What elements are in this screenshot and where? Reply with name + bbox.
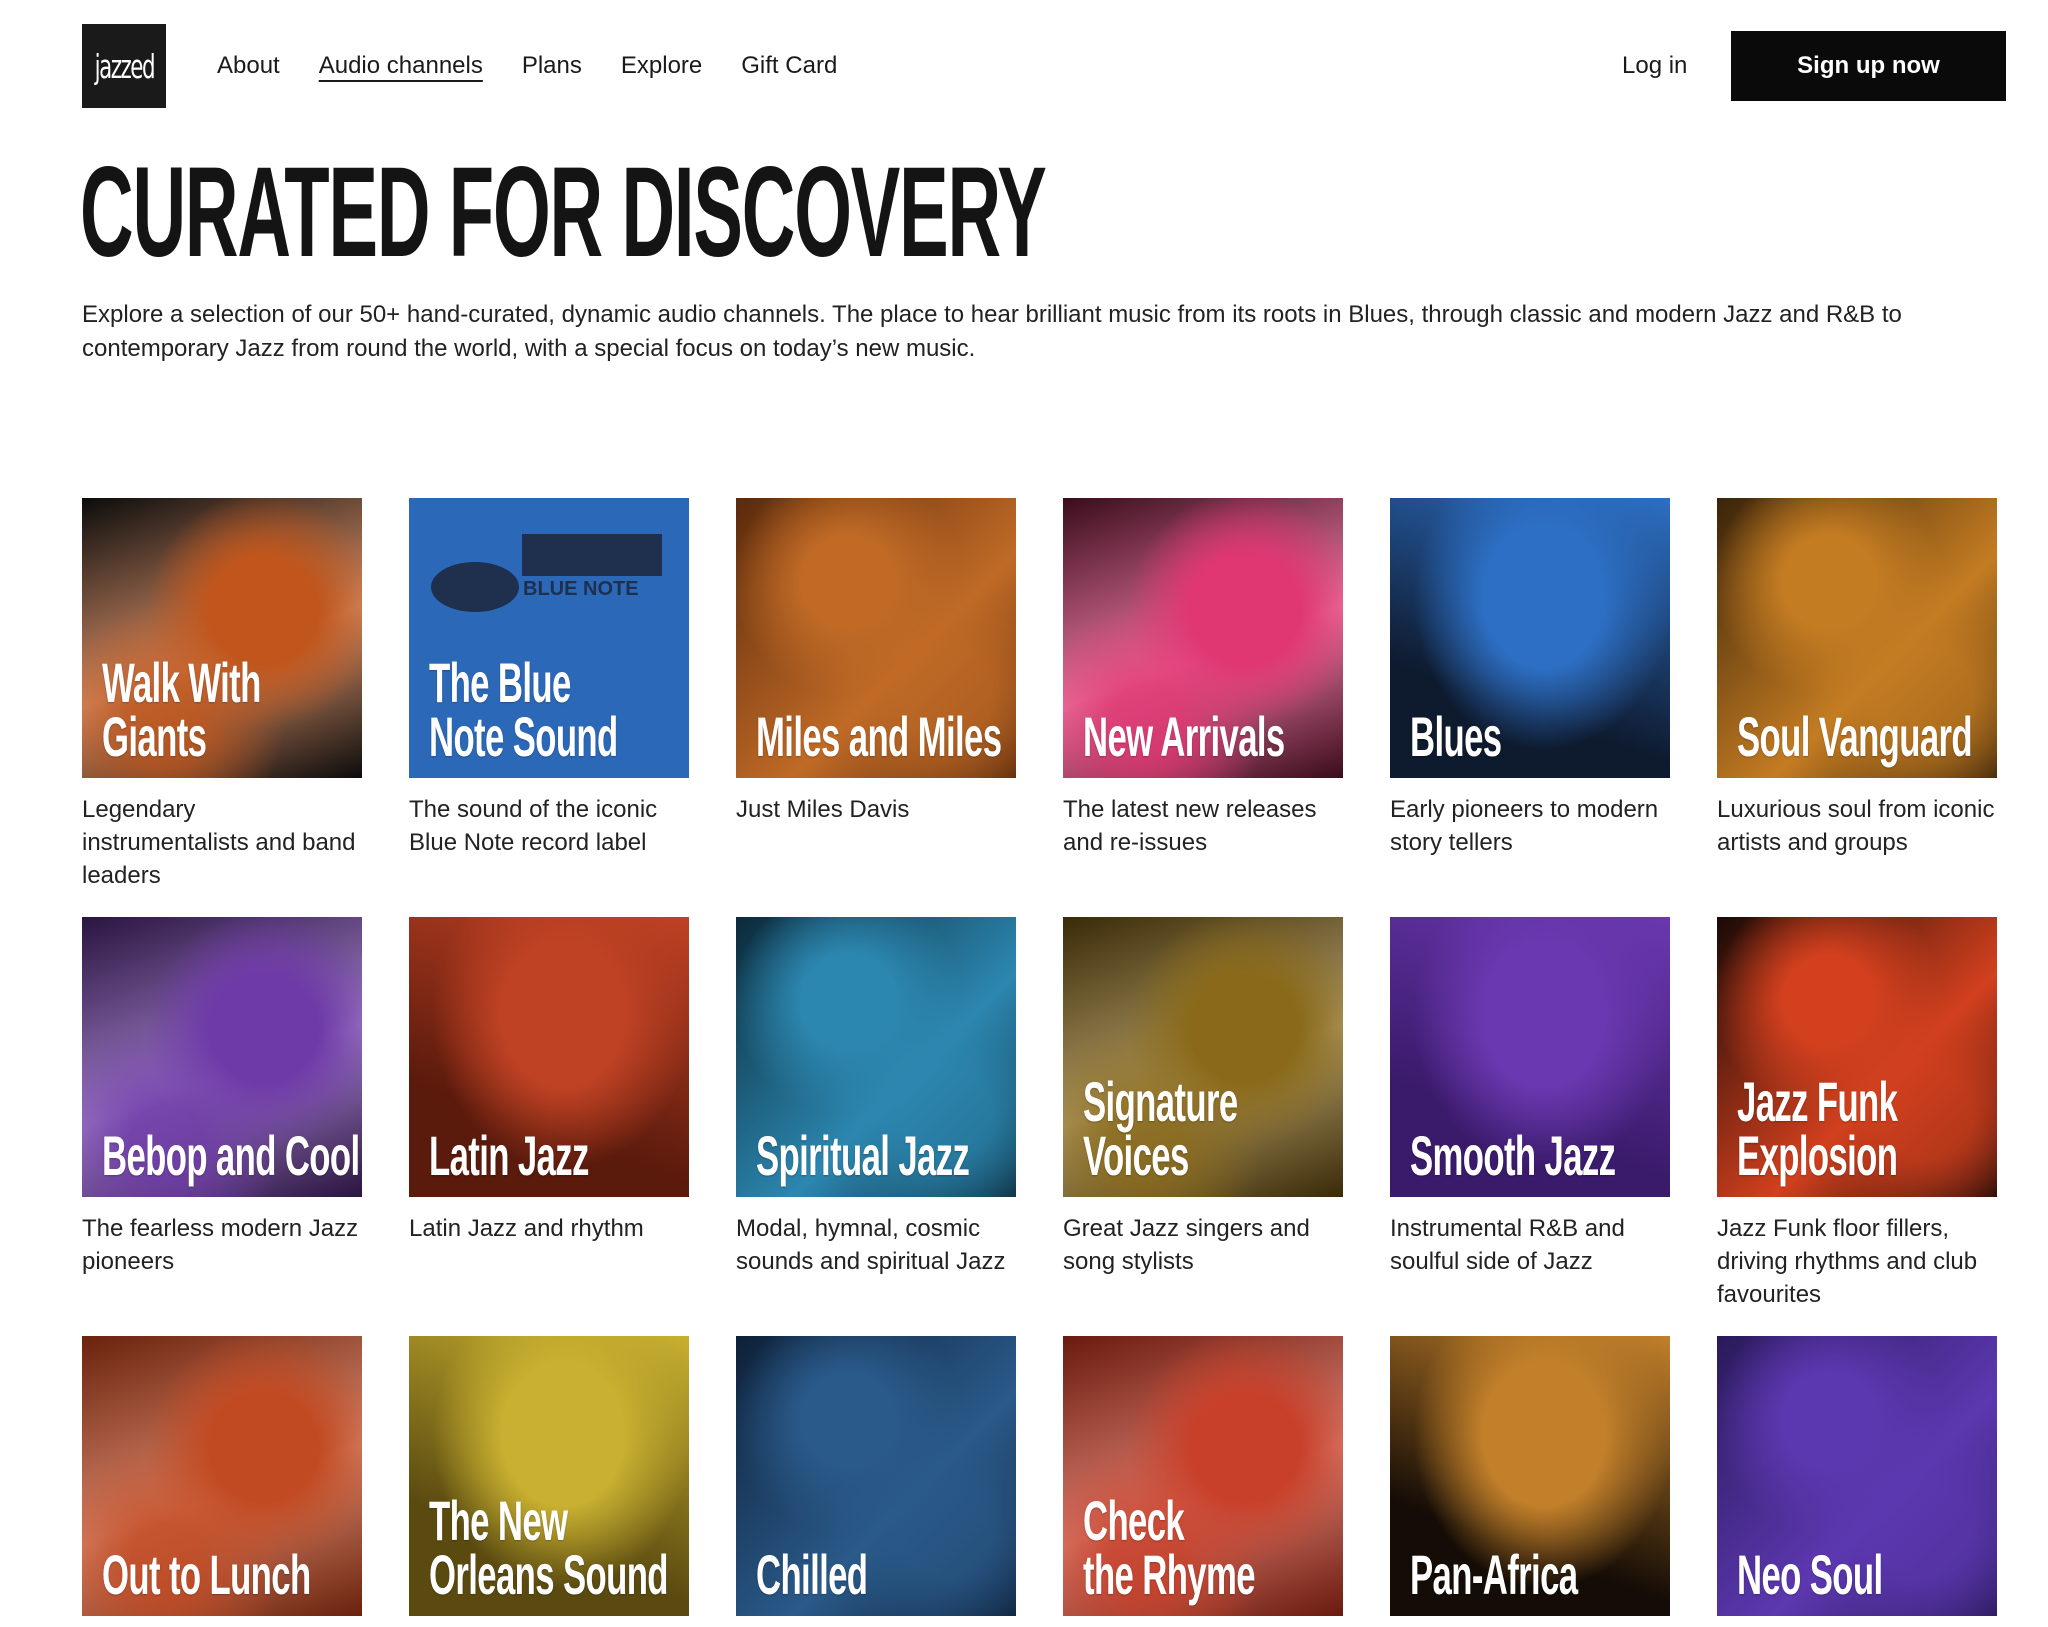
channel-title: Signature Voices (1083, 1070, 1238, 1187)
nav-explore[interactable]: Explore (621, 50, 702, 82)
channel-title: Soul Vanguard (1737, 705, 1973, 768)
channel-card[interactable]: Signature Voices Great Jazz singers and s… (1063, 917, 1343, 1336)
channel-card[interactable]: Smooth Jazz Instrumental R&B and soulful … (1390, 917, 1670, 1336)
channel-title: Blues (1410, 705, 1502, 768)
channel-artwork[interactable]: Jazz Funk Explosion (1717, 917, 1997, 1197)
channel-title: Out to Lunch (102, 1543, 311, 1606)
channel-card[interactable]: BLUE NOTE The Blue Note Sound The sound of… (409, 498, 689, 917)
channel-artwork[interactable]: Signature Voices (1063, 917, 1343, 1197)
channel-description: Modal, hymnal, cosmic sounds and spiritu… (736, 1215, 1006, 1275)
channel-title: New Arrivals (1083, 705, 1285, 768)
channel-card[interactable]: Miles and Miles Just Miles Davis (736, 498, 1016, 917)
nav-audio-channels[interactable]: Audio channels (319, 50, 483, 82)
channel-description: The fearless modern Jazz pioneers (82, 1215, 359, 1275)
channel-title: The New Orleans Sound (429, 1489, 669, 1606)
channel-title: Bebop and Cool (102, 1124, 360, 1187)
channel-description: Instrumental R&B and soulful side of Jaz… (1390, 1215, 1625, 1275)
channel-artwork[interactable]: Spiritual Jazz (736, 917, 1016, 1197)
channel-description: Luxurious soul from iconic artists and g… (1717, 796, 1995, 856)
channel-card[interactable]: The New Orleans Sound (409, 1336, 689, 1627)
channel-title: The Blue Note Sound (429, 651, 618, 768)
main-nav: About Audio channels Plans Explore Gift Card (217, 50, 837, 82)
site-header: jazzed About Audio channels Plans Explore Gi… (0, 0, 2048, 132)
channel-card[interactable]: Neo Soul (1717, 1336, 1997, 1627)
channel-artwork[interactable]: Blues (1390, 498, 1670, 778)
channel-card[interactable]: Soul Vanguard Luxurious soul from iconic … (1717, 498, 1997, 917)
channel-grid: Walk With Giants Legendary instrumentalis… (82, 498, 1997, 1627)
login-link[interactable]: Log in (1622, 50, 1687, 82)
channel-artwork[interactable]: Walk With Giants (82, 498, 362, 778)
channel-description: Just Miles Davis (736, 796, 910, 823)
channel-title: Chilled (756, 1543, 868, 1606)
channel-artwork[interactable]: Neo Soul (1717, 1336, 1997, 1616)
channel-artwork[interactable]: Check the Rhyme (1063, 1336, 1343, 1616)
channel-title: Check the Rhyme (1083, 1489, 1256, 1606)
page-description: Explore a selection of our 50+ hand-cura… (82, 301, 1902, 362)
channel-card[interactable]: Pan-Africa (1390, 1336, 1670, 1627)
channel-artwork[interactable]: Soul Vanguard (1717, 498, 1997, 778)
channel-card[interactable]: Chilled (736, 1336, 1016, 1627)
channel-description: Great Jazz singers and song stylists (1063, 1215, 1310, 1275)
jazzed-logo[interactable]: jazzed (82, 24, 166, 108)
channel-title: Walk With Giants (102, 651, 261, 768)
nav-about[interactable]: About (217, 50, 280, 82)
channel-artwork[interactable]: The New Orleans Sound (409, 1336, 689, 1616)
channel-title: Miles and Miles (756, 705, 1002, 768)
channel-card[interactable]: Check the Rhyme (1063, 1336, 1343, 1627)
channel-description: Latin Jazz and rhythm (409, 1215, 644, 1242)
channel-title: Jazz Funk Explosion (1737, 1070, 1898, 1187)
channel-artwork[interactable]: Bebop and Cool (82, 917, 362, 1197)
channel-card[interactable]: Latin Jazz Latin Jazz and rhythm (409, 917, 689, 1336)
channel-artwork[interactable]: Miles and Miles (736, 498, 1016, 778)
channel-artwork[interactable]: Latin Jazz (409, 917, 689, 1197)
channel-artwork[interactable]: BLUE NOTE The Blue Note Sound (409, 498, 689, 778)
channel-title: Latin Jazz (429, 1124, 589, 1187)
blue-note-logo-bar (522, 534, 662, 576)
channel-title: Smooth Jazz (1410, 1124, 1616, 1187)
page-title: CURATED FOR DISCOVERY (80, 141, 1047, 284)
channel-description: Legendary instrumentalists and band lead… (82, 796, 356, 889)
blue-note-logo-oval (431, 562, 519, 612)
nav-gift-card[interactable]: Gift Card (741, 50, 837, 82)
nav-plans[interactable]: Plans (522, 50, 582, 82)
channel-title: Spiritual Jazz (756, 1124, 970, 1187)
channel-card[interactable]: Blues Early pioneers to modern story tell… (1390, 498, 1670, 917)
channel-card[interactable]: Bebop and Cool The fearless modern Jazz p… (82, 917, 362, 1336)
channel-artwork[interactable]: New Arrivals (1063, 498, 1343, 778)
channel-card[interactable]: New Arrivals The latest new releases and … (1063, 498, 1343, 917)
channel-artwork[interactable]: Chilled (736, 1336, 1016, 1616)
sign-up-button[interactable]: Sign up now (1731, 31, 2006, 101)
channel-artwork[interactable]: Out to Lunch (82, 1336, 362, 1616)
channel-artwork[interactable]: Pan-Africa (1390, 1336, 1670, 1616)
channel-title: Pan-Africa (1410, 1543, 1578, 1606)
channel-description: Early pioneers to modern story tellers (1390, 796, 1659, 856)
channel-card[interactable]: Walk With Giants Legendary instrumentalis… (82, 498, 362, 917)
channel-card[interactable]: Out to Lunch (82, 1336, 362, 1627)
channel-description: The sound of the iconic Blue Note record… (409, 796, 658, 856)
channel-description: The latest new releases and re-issues (1063, 796, 1317, 856)
channel-card[interactable]: Jazz Funk Explosion Jazz Funk floor fille… (1717, 917, 1997, 1336)
blue-note-logo-text: BLUE NOTE (523, 578, 639, 600)
channel-card[interactable]: Spiritual Jazz Modal, hymnal, cosmic soun… (736, 917, 1016, 1336)
channel-description: Jazz Funk floor fillers, driving rhythms… (1717, 1215, 1978, 1308)
channel-artwork[interactable]: Smooth Jazz (1390, 917, 1670, 1197)
channel-title: Neo Soul (1737, 1543, 1883, 1606)
